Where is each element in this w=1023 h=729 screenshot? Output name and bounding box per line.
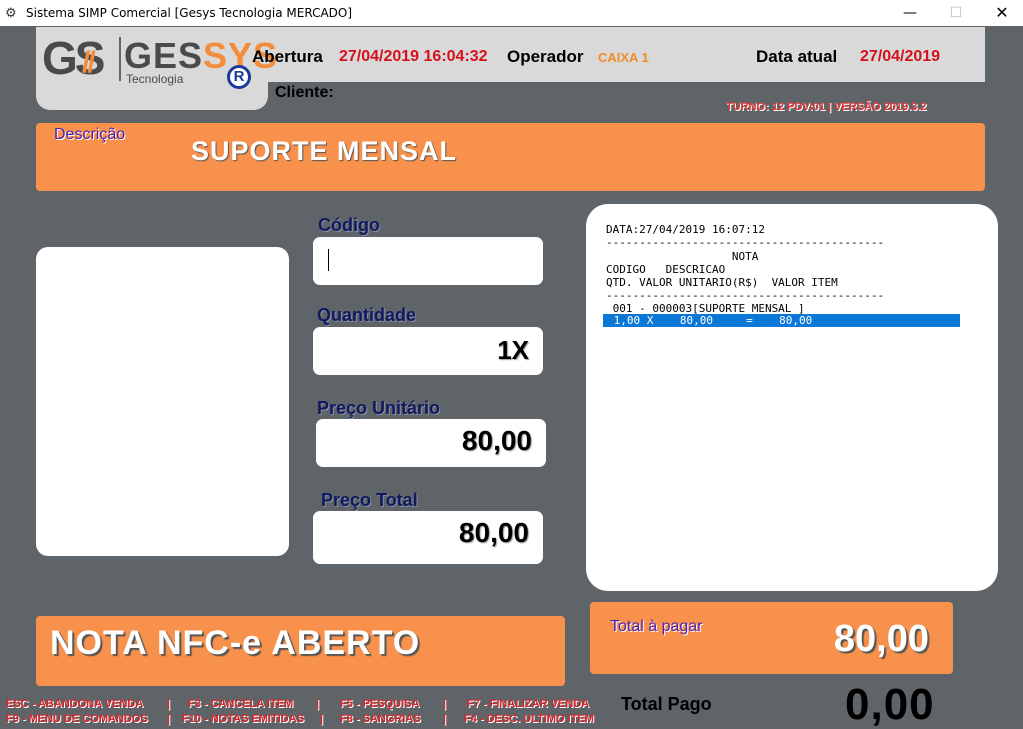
preco-total-value: 80,00 (458, 517, 529, 548)
operador-label: Operador (507, 47, 584, 66)
quantidade-field[interactable]: 1X (313, 327, 543, 375)
minimize-button[interactable]: — (887, 0, 933, 26)
abertura-label: Abertura (252, 47, 323, 66)
quantidade-label: Quantidade (317, 305, 417, 325)
quantidade-value: 1X (497, 335, 529, 365)
cliente-label: Cliente: (275, 84, 334, 101)
preco-total-label: Preço Total (321, 490, 418, 510)
codigo-input[interactable] (313, 237, 543, 285)
shortcut-separator: | (167, 698, 171, 710)
shortcut-f10: F10 - NOTAS EMITIDAS (182, 713, 305, 725)
receipt-line: DATA:27/04/2019 16:07:12 (606, 223, 765, 236)
shortcut-separator: | (316, 698, 320, 710)
app-icon: ⚙ (5, 5, 17, 20)
shortcut-f3: F3 - CANCELA ITEM (188, 698, 294, 710)
shortcut-separator: | (443, 698, 447, 710)
shortcut-row: F9 - MENU DE COMANDOS | F10 - NOTAS EMIT… (6, 712, 606, 727)
receipt-selected-line[interactable]: 1,00 X 80,00 = 80,00 (603, 314, 960, 327)
preco-unitario-label: Preço Unitário (317, 398, 441, 418)
receipt-line: CODIGO DESCRICAO (606, 263, 726, 276)
receipt-panel[interactable]: DATA:27/04/2019 16:07:12 ---------------… (586, 204, 998, 591)
shortcut-f4: F4 - DESC. ULTIMO ITEM (464, 713, 594, 725)
window-titlebar: ⚙ Sistema SIMP Comercial [Gesys Tecnolog… (0, 0, 1023, 26)
description-bar: Descrição SUPORTE MENSAL (36, 123, 985, 191)
total-pago-value: 0,00 (845, 680, 935, 729)
abertura-value: 27/04/2019 16:04:32 (339, 48, 488, 65)
total-a-pagar-label: Total à pagar (610, 618, 703, 635)
shortcut-legend: ESC - ABANDONA VENDA | F3 - CANCELA ITEM… (6, 697, 606, 727)
description-label: Descrição (54, 126, 126, 143)
logo-divider (119, 37, 121, 81)
total-a-pagar-box: Total à pagar 80,00 (590, 602, 953, 674)
company-logo: GS// GESSYS Tecnologia R (36, 27, 277, 110)
status-box: NOTA NFC-e ABERTO (36, 616, 565, 686)
shortcut-f7: F7 - FINALIZAR VENDA (467, 698, 590, 710)
receipt-line: ----------------------------------------… (606, 236, 885, 249)
codigo-label: Código (318, 215, 380, 235)
receipt-line: NOTA (606, 250, 759, 263)
shortcut-separator: | (167, 713, 171, 725)
total-pago-label: Total Pago (621, 694, 712, 714)
preco-unitario-value: 80,00 (461, 425, 532, 456)
shortcut-row: ESC - ABANDONA VENDA | F3 - CANCELA ITEM… (6, 697, 606, 712)
shortcut-separator: | (443, 713, 447, 725)
shortcut-f8: F8 - SANGRIAS (340, 713, 421, 725)
registered-icon: R (227, 65, 251, 89)
receipt-line: ----------------------------------------… (606, 289, 885, 302)
total-a-pagar-value: 80,00 (833, 618, 929, 660)
window-title: Sistema SIMP Comercial [Gesys Tecnologia… (26, 6, 353, 20)
maximize-button[interactable]: ☐ (933, 0, 979, 26)
shortcut-f9: F9 - MENU DE COMANDOS (6, 713, 148, 725)
text-caret (328, 249, 329, 271)
data-atual-label: Data atual (756, 47, 838, 66)
receipt-line: QTD. VALOR UNITARIO(R$) VALOR ITEM (606, 276, 838, 289)
close-button[interactable]: ✕ (979, 0, 1023, 26)
status-text: NOTA NFC-e ABERTO (50, 624, 421, 662)
logo-subtitle: Tecnologia (126, 72, 184, 86)
shortcut-esc: ESC - ABANDONA VENDA (6, 698, 144, 710)
data-atual-value: 27/04/2019 (860, 48, 941, 65)
preco-total-field[interactable]: 80,00 (313, 511, 543, 564)
preco-unitario-field[interactable]: 80,00 (316, 419, 546, 467)
turno-version-info: TURNO: 12 PDV:01 | VERSÃO 2019.3.2 (726, 101, 927, 113)
logo-gs-mark: GS// (42, 32, 105, 84)
description-value: SUPORTE MENSAL (191, 136, 458, 166)
shortcut-f5: F5 - PESQUISA (340, 698, 420, 710)
product-image (36, 247, 289, 556)
operador-value: CAIXA 1 (598, 50, 649, 65)
shortcut-separator: | (320, 713, 324, 725)
